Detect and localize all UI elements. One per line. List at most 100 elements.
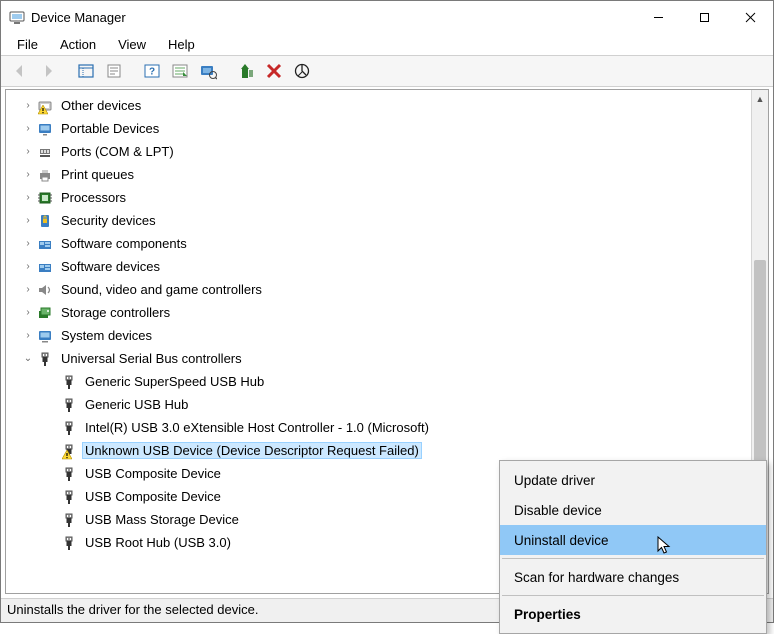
context-menu-item[interactable]: Scan for hardware changes (500, 562, 766, 592)
context-menu-separator (502, 558, 764, 559)
menu-view[interactable]: View (110, 35, 154, 54)
maximize-button[interactable] (681, 1, 727, 33)
security-icon (36, 212, 54, 230)
printer-icon (36, 166, 54, 184)
update-driver-button[interactable] (233, 58, 259, 84)
tree-item[interactable]: › Storage controllers (6, 301, 751, 324)
uninstall-button[interactable] (261, 58, 287, 84)
usb-dev-icon (60, 534, 78, 552)
tree-item-label: Generic SuperSpeed USB Hub (82, 373, 267, 390)
tree-item-label: USB Composite Device (82, 465, 224, 482)
tree-item-label: Portable Devices (58, 120, 162, 137)
context-menu-item[interactable]: Update driver (500, 465, 766, 495)
software-dev-icon (36, 258, 54, 276)
tree-item[interactable]: › Print queues (6, 163, 751, 186)
usb-dev-icon (60, 442, 78, 460)
tree-item-label: USB Mass Storage Device (82, 511, 242, 528)
expand-icon[interactable]: › (20, 169, 36, 180)
usb-dev-icon (60, 396, 78, 414)
show-hide-console-button[interactable] (73, 58, 99, 84)
tree-item-label: Processors (58, 189, 129, 206)
window-title: Device Manager (31, 10, 126, 25)
other-devices-icon (36, 97, 54, 115)
tree-item[interactable]: › Other devices (6, 94, 751, 117)
expand-icon[interactable]: › (20, 123, 36, 134)
software-icon (36, 235, 54, 253)
context-menu-item[interactable]: Properties (500, 599, 766, 629)
cpu-icon (36, 189, 54, 207)
help-button[interactable]: ? (139, 58, 165, 84)
minimize-button[interactable] (635, 1, 681, 33)
tree-item-label: USB Root Hub (USB 3.0) (82, 534, 234, 551)
context-menu-item[interactable]: Disable device (500, 495, 766, 525)
tree-item-label: Print queues (58, 166, 137, 183)
menu-help[interactable]: Help (160, 35, 203, 54)
properties-button[interactable] (101, 58, 127, 84)
system-icon (36, 327, 54, 345)
tree-item[interactable]: Generic SuperSpeed USB Hub (6, 370, 751, 393)
menu-action[interactable]: Action (52, 35, 104, 54)
tree-item[interactable]: › Security devices (6, 209, 751, 232)
tree-item[interactable]: ›System devices (6, 324, 751, 347)
tree-item[interactable]: › Portable Devices (6, 117, 751, 140)
usb-ctrl-icon (36, 350, 54, 368)
sound-icon (36, 281, 54, 299)
menu-bar: File Action View Help (1, 33, 773, 55)
disable-button[interactable] (289, 58, 315, 84)
device-manager-icon (9, 9, 25, 25)
tree-item-label: Universal Serial Bus controllers (58, 350, 245, 367)
tree-item[interactable]: Generic USB Hub (6, 393, 751, 416)
port-icon (36, 143, 54, 161)
tree-item[interactable]: Intel(R) USB 3.0 eXtensible Host Control… (6, 416, 751, 439)
tree-item-label: Unknown USB Device (Device Descriptor Re… (82, 442, 422, 459)
context-menu: Update driverDisable deviceUninstall dev… (499, 460, 767, 634)
tree-item-label: Storage controllers (58, 304, 173, 321)
tree-item[interactable]: › Software devices (6, 255, 751, 278)
title-bar: Device Manager (1, 1, 773, 33)
forward-button[interactable] (35, 58, 61, 84)
tree-item-label: Sound, video and game controllers (58, 281, 265, 298)
tree-item-label: Other devices (58, 97, 144, 114)
context-menu-item[interactable]: Uninstall device (500, 525, 766, 555)
expand-icon[interactable]: › (20, 307, 36, 318)
tree-item[interactable]: › Sound, video and game controllers (6, 278, 751, 301)
tree-item-label: Security devices (58, 212, 159, 229)
expand-icon[interactable]: › (20, 284, 36, 295)
expand-icon[interactable]: › (20, 146, 36, 157)
storage-icon (36, 304, 54, 322)
context-menu-separator (502, 595, 764, 596)
expand-icon[interactable]: › (20, 261, 36, 272)
expand-icon[interactable]: › (20, 238, 36, 249)
expand-icon[interactable]: › (20, 215, 36, 226)
action-list-button[interactable] (167, 58, 193, 84)
tree-item-label: USB Composite Device (82, 488, 224, 505)
tree-item-label: Software devices (58, 258, 163, 275)
usb-dev-icon (60, 465, 78, 483)
back-button[interactable] (7, 58, 33, 84)
usb-dev-icon (60, 488, 78, 506)
expand-icon[interactable]: › (20, 330, 36, 341)
menu-file[interactable]: File (9, 35, 46, 54)
scroll-up-icon[interactable]: ▲ (752, 90, 768, 107)
tree-item-label: Generic USB Hub (82, 396, 191, 413)
tree-item-label: Intel(R) USB 3.0 eXtensible Host Control… (82, 419, 432, 436)
collapse-icon[interactable]: ⌄ (20, 353, 36, 364)
portable-devices-icon (36, 120, 54, 138)
expand-icon[interactable]: › (20, 100, 36, 111)
expand-icon[interactable]: › (20, 192, 36, 203)
status-text: Uninstalls the driver for the selected d… (7, 602, 258, 617)
usb-dev-icon (60, 511, 78, 529)
tree-item[interactable]: ⌄ Universal Serial Bus controllers (6, 347, 751, 370)
tree-item[interactable]: › Ports (COM & LPT) (6, 140, 751, 163)
scan-hardware-button[interactable] (195, 58, 221, 84)
tree-item[interactable]: › Software components (6, 232, 751, 255)
scrollbar-thumb[interactable] (754, 260, 766, 480)
tree-item-label: Ports (COM & LPT) (58, 143, 177, 160)
toolbar: ? (1, 55, 773, 87)
tree-item[interactable]: Unknown USB Device (Device Descriptor Re… (6, 439, 751, 462)
usb-dev-icon (60, 373, 78, 391)
usb-dev-icon (60, 419, 78, 437)
tree-item-label: Software components (58, 235, 190, 252)
close-button[interactable] (727, 1, 773, 33)
tree-item[interactable]: › Processors (6, 186, 751, 209)
